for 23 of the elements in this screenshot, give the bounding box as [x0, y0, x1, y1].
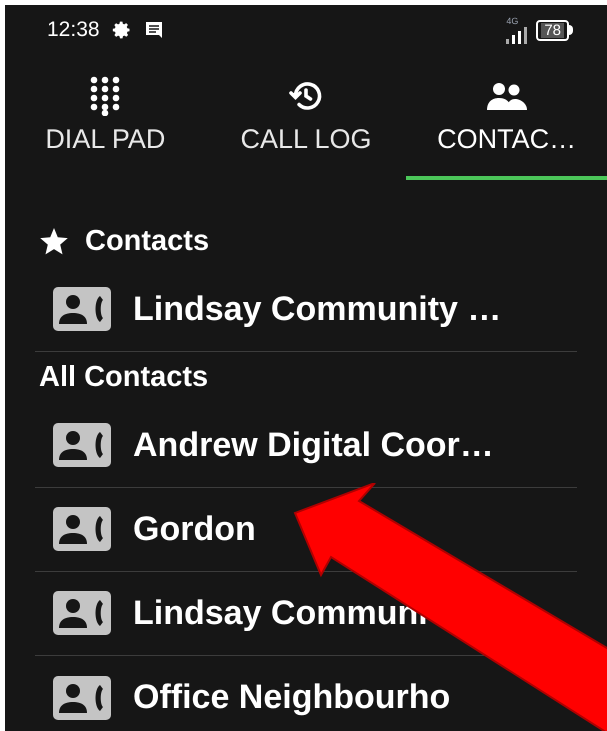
contact-name: Office Neighbourho [133, 677, 450, 718]
contact-card-icon [53, 287, 111, 331]
tab[interactable]: CONTAC… [406, 55, 607, 180]
battery-indicator: 78 [536, 20, 573, 40]
contact-card-icon [53, 676, 111, 720]
section-title: Contacts [85, 224, 210, 259]
contact-name: Andrew Digital Coor… [133, 424, 494, 466]
contact-name: Lindsay Community … [133, 288, 502, 330]
contact-name: Gordon [133, 508, 256, 550]
contact-card-icon [53, 507, 111, 551]
settings-icon [112, 20, 132, 40]
message-icon [144, 21, 164, 39]
contact-card-icon [53, 423, 111, 467]
signal-icon [506, 26, 528, 44]
status-time: 12:38 [47, 17, 100, 44]
dialpad-icon [90, 76, 120, 116]
star-icon [39, 228, 69, 256]
section-title: All Contacts [39, 360, 208, 395]
contact-card-icon [53, 591, 111, 635]
people-icon [486, 82, 527, 110]
tab[interactable]: CALL LOG [206, 55, 406, 180]
network-type: 4G [506, 16, 518, 26]
tab[interactable]: DIAL PAD [5, 55, 206, 180]
